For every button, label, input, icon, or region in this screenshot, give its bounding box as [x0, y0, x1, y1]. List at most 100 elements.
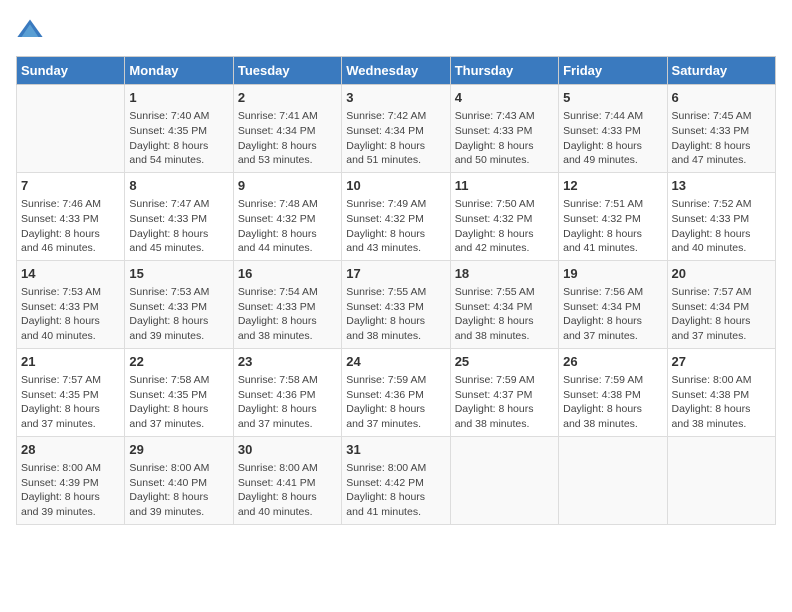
calendar-cell: 29 Sunrise: 8:00 AMSunset: 4:40 PMDayligh…: [125, 436, 233, 524]
day-number: 2: [238, 89, 337, 107]
calendar-cell: 28Sunrise: 8:00 AMSunset: 4:39 PMDayligh…: [17, 436, 125, 524]
calendar-cell: 26 Sunrise: 7:59 AMSunset: 4:38 PMDayligh…: [559, 348, 667, 436]
day-number: 22: [129, 353, 228, 371]
page-header: [16, 16, 776, 44]
day-number: 16: [238, 265, 337, 283]
day-number: 1: [129, 89, 228, 107]
weekday-header-friday: Friday: [559, 57, 667, 85]
day-info: Sunrise: 7:49 AMSunset: 4:32 PMDaylight:…: [346, 197, 445, 256]
day-info: Sunrise: 8:00 AMSunset: 4:38 PMDaylight:…: [672, 373, 771, 432]
day-info: Sunrise: 8:00 AMSunset: 4:40 PMDaylight:…: [129, 461, 228, 520]
day-number: 12: [563, 177, 662, 195]
calendar-cell: 3 Sunrise: 7:42 AMSunset: 4:34 PMDaylight…: [342, 85, 450, 173]
calendar-week-row: 28Sunrise: 8:00 AMSunset: 4:39 PMDayligh…: [17, 436, 776, 524]
calendar-cell: 22 Sunrise: 7:58 AMSunset: 4:35 PMDayligh…: [125, 348, 233, 436]
day-info: Sunrise: 7:52 AMSunset: 4:33 PMDaylight:…: [672, 197, 771, 256]
calendar-cell: 2Sunrise: 7:41 AMSunset: 4:34 PMDaylight…: [233, 85, 341, 173]
calendar-cell: 13 Sunrise: 7:52 AMSunset: 4:33 PMDayligh…: [667, 172, 775, 260]
calendar-cell: [17, 85, 125, 173]
calendar-week-row: 7 Sunrise: 7:46 AMSunset: 4:33 PMDaylight…: [17, 172, 776, 260]
day-info: Sunrise: 7:54 AMSunset: 4:33 PMDaylight:…: [238, 285, 337, 344]
day-number: 5: [563, 89, 662, 107]
day-number: 26: [563, 353, 662, 371]
day-number: 13: [672, 177, 771, 195]
calendar-cell: 15 Sunrise: 7:53 AMSunset: 4:33 PMDayligh…: [125, 260, 233, 348]
calendar-cell: 8Sunrise: 7:47 AMSunset: 4:33 PMDaylight…: [125, 172, 233, 260]
day-info: Sunrise: 7:42 AMSunset: 4:34 PMDaylight:…: [346, 109, 445, 168]
calendar-week-row: 21Sunrise: 7:57 AMSunset: 4:35 PMDayligh…: [17, 348, 776, 436]
weekday-header-thursday: Thursday: [450, 57, 558, 85]
calendar-cell: 20 Sunrise: 7:57 AMSunset: 4:34 PMDayligh…: [667, 260, 775, 348]
calendar-week-row: 1 Sunrise: 7:40 AMSunset: 4:35 PMDaylight…: [17, 85, 776, 173]
day-info: Sunrise: 7:59 AMSunset: 4:38 PMDaylight:…: [563, 373, 662, 432]
calendar-cell: 30Sunrise: 8:00 AMSunset: 4:41 PMDayligh…: [233, 436, 341, 524]
calendar-cell: 12 Sunrise: 7:51 AMSunset: 4:32 PMDayligh…: [559, 172, 667, 260]
day-number: 10: [346, 177, 445, 195]
logo: [16, 16, 48, 44]
day-number: 7: [21, 177, 120, 195]
calendar-cell: 31Sunrise: 8:00 AMSunset: 4:42 PMDayligh…: [342, 436, 450, 524]
day-number: 21: [21, 353, 120, 371]
calendar-cell: 27 Sunrise: 8:00 AMSunset: 4:38 PMDayligh…: [667, 348, 775, 436]
day-info: Sunrise: 7:55 AMSunset: 4:34 PMDaylight:…: [455, 285, 554, 344]
day-info: Sunrise: 7:47 AMSunset: 4:33 PMDaylight:…: [129, 197, 228, 256]
day-info: Sunrise: 7:57 AMSunset: 4:34 PMDaylight:…: [672, 285, 771, 344]
day-info: Sunrise: 7:45 AMSunset: 4:33 PMDaylight:…: [672, 109, 771, 168]
weekday-header-saturday: Saturday: [667, 57, 775, 85]
calendar-cell: [450, 436, 558, 524]
calendar-cell: 18Sunrise: 7:55 AMSunset: 4:34 PMDayligh…: [450, 260, 558, 348]
day-number: 19: [563, 265, 662, 283]
calendar-cell: 19Sunrise: 7:56 AMSunset: 4:34 PMDayligh…: [559, 260, 667, 348]
logo-icon: [16, 16, 44, 44]
calendar-cell: 6 Sunrise: 7:45 AMSunset: 4:33 PMDaylight…: [667, 85, 775, 173]
day-number: 9: [238, 177, 337, 195]
day-number: 11: [455, 177, 554, 195]
day-info: Sunrise: 7:53 AMSunset: 4:33 PMDaylight:…: [21, 285, 120, 344]
day-number: 3: [346, 89, 445, 107]
calendar-cell: 16 Sunrise: 7:54 AMSunset: 4:33 PMDayligh…: [233, 260, 341, 348]
day-info: Sunrise: 7:53 AMSunset: 4:33 PMDaylight:…: [129, 285, 228, 344]
calendar-cell: 21Sunrise: 7:57 AMSunset: 4:35 PMDayligh…: [17, 348, 125, 436]
day-info: Sunrise: 7:59 AMSunset: 4:37 PMDaylight:…: [455, 373, 554, 432]
calendar-cell: [667, 436, 775, 524]
day-number: 27: [672, 353, 771, 371]
calendar-cell: 9 Sunrise: 7:48 AMSunset: 4:32 PMDaylight…: [233, 172, 341, 260]
day-number: 15: [129, 265, 228, 283]
calendar-cell: 10 Sunrise: 7:49 AMSunset: 4:32 PMDayligh…: [342, 172, 450, 260]
calendar-cell: [559, 436, 667, 524]
day-info: Sunrise: 7:43 AMSunset: 4:33 PMDaylight:…: [455, 109, 554, 168]
day-number: 24: [346, 353, 445, 371]
day-number: 4: [455, 89, 554, 107]
day-number: 6: [672, 89, 771, 107]
calendar-week-row: 14 Sunrise: 7:53 AMSunset: 4:33 PMDayligh…: [17, 260, 776, 348]
calendar-cell: 25 Sunrise: 7:59 AMSunset: 4:37 PMDayligh…: [450, 348, 558, 436]
day-number: 29: [129, 441, 228, 459]
weekday-header-wednesday: Wednesday: [342, 57, 450, 85]
calendar-cell: 1 Sunrise: 7:40 AMSunset: 4:35 PMDaylight…: [125, 85, 233, 173]
calendar-cell: 23 Sunrise: 7:58 AMSunset: 4:36 PMDayligh…: [233, 348, 341, 436]
weekday-header-row: SundayMondayTuesdayWednesdayThursdayFrid…: [17, 57, 776, 85]
day-info: Sunrise: 7:48 AMSunset: 4:32 PMDaylight:…: [238, 197, 337, 256]
day-number: 20: [672, 265, 771, 283]
day-info: Sunrise: 7:50 AMSunset: 4:32 PMDaylight:…: [455, 197, 554, 256]
calendar-cell: 17Sunrise: 7:55 AMSunset: 4:33 PMDayligh…: [342, 260, 450, 348]
day-info: Sunrise: 7:58 AMSunset: 4:36 PMDaylight:…: [238, 373, 337, 432]
weekday-header-sunday: Sunday: [17, 57, 125, 85]
calendar-cell: 24 Sunrise: 7:59 AMSunset: 4:36 PMDayligh…: [342, 348, 450, 436]
day-number: 23: [238, 353, 337, 371]
weekday-header-monday: Monday: [125, 57, 233, 85]
day-info: Sunrise: 7:58 AMSunset: 4:35 PMDaylight:…: [129, 373, 228, 432]
day-info: Sunrise: 7:51 AMSunset: 4:32 PMDaylight:…: [563, 197, 662, 256]
day-info: Sunrise: 7:40 AMSunset: 4:35 PMDaylight:…: [129, 109, 228, 168]
calendar-cell: 7 Sunrise: 7:46 AMSunset: 4:33 PMDaylight…: [17, 172, 125, 260]
day-number: 14: [21, 265, 120, 283]
calendar-cell: 14 Sunrise: 7:53 AMSunset: 4:33 PMDayligh…: [17, 260, 125, 348]
day-info: Sunrise: 8:00 AMSunset: 4:39 PMDaylight:…: [21, 461, 120, 520]
day-info: Sunrise: 7:46 AMSunset: 4:33 PMDaylight:…: [21, 197, 120, 256]
day-info: Sunrise: 7:55 AMSunset: 4:33 PMDaylight:…: [346, 285, 445, 344]
day-info: Sunrise: 7:59 AMSunset: 4:36 PMDaylight:…: [346, 373, 445, 432]
day-info: Sunrise: 8:00 AMSunset: 4:41 PMDaylight:…: [238, 461, 337, 520]
day-number: 25: [455, 353, 554, 371]
calendar-cell: 4 Sunrise: 7:43 AMSunset: 4:33 PMDaylight…: [450, 85, 558, 173]
day-info: Sunrise: 7:44 AMSunset: 4:33 PMDaylight:…: [563, 109, 662, 168]
